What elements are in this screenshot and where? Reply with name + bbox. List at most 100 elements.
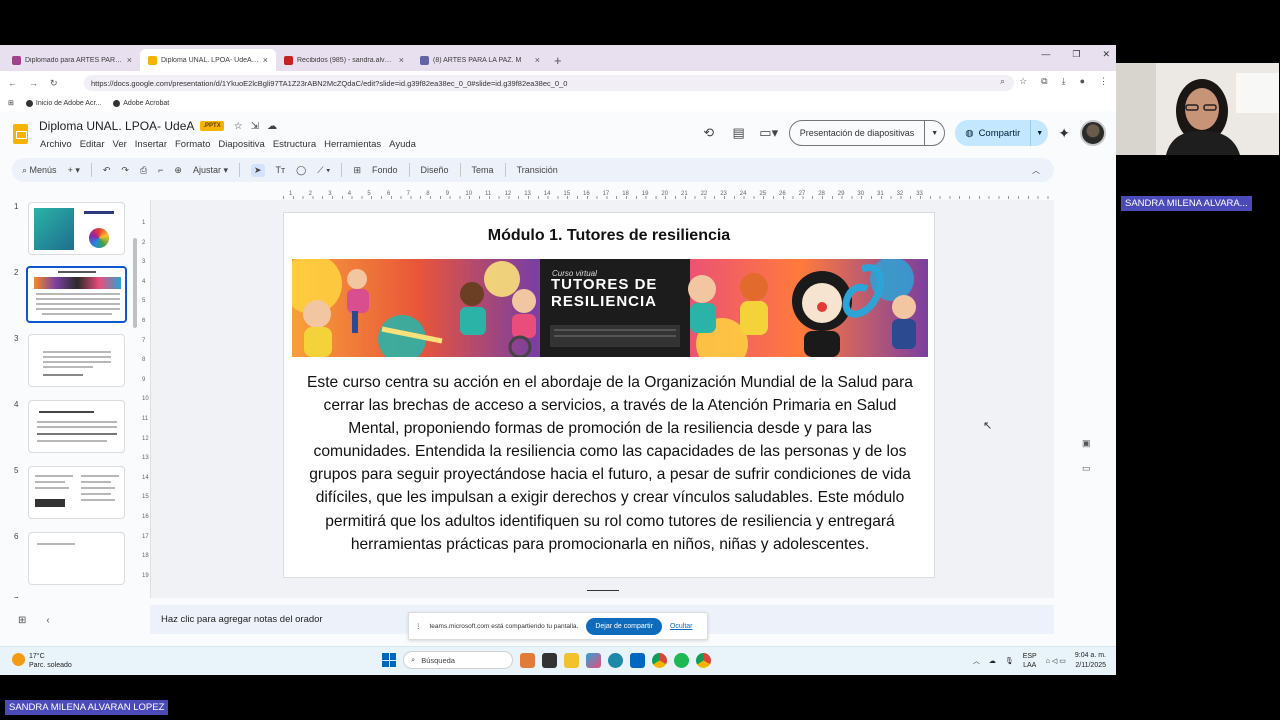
theme-button[interactable]: Tema	[472, 165, 494, 175]
task-view-icon[interactable]	[542, 652, 557, 668]
language-indicator[interactable]: ESP LAA	[1023, 652, 1037, 670]
new-tab-icon[interactable]: +	[554, 53, 562, 68]
browser-tab-slides[interactable]: Diploma UNAL. LPOA- UdeA.pptx ×	[140, 49, 276, 71]
slide-thumbnail[interactable]: 6	[0, 532, 140, 588]
collapse-filmstrip-icon[interactable]: ‹	[46, 615, 49, 626]
chrome-icon[interactable]	[652, 652, 667, 668]
slide-thumbnail-selected[interactable]: 2	[0, 266, 140, 324]
star-icon[interactable]: ☆	[234, 121, 243, 132]
comments-icon[interactable]: ▤	[729, 125, 749, 141]
microphone-icon[interactable]: 🎙	[1005, 657, 1014, 665]
paint-format-icon[interactable]: ⌐	[158, 165, 163, 175]
close-icon[interactable]: ×	[263, 55, 268, 65]
hide-link[interactable]: Ocultar	[670, 623, 693, 630]
network-volume-battery-icon[interactable]: ⌂ ◁ ▭	[1046, 657, 1066, 665]
transition-button[interactable]: Transición	[517, 165, 558, 175]
slide-thumbnail[interactable]: 4	[0, 400, 140, 456]
grid-view-icon[interactable]: ⊞	[18, 615, 26, 626]
menu-insertar[interactable]: Insertar	[135, 139, 167, 150]
browser-tab-gmail[interactable]: Recibidos (985) - sandra.alvaran ×	[276, 49, 412, 71]
google-slides-logo-icon[interactable]	[13, 124, 28, 144]
clock[interactable]: 9:04 a. m. 2/11/2025	[1075, 651, 1106, 671]
menu-formato[interactable]: Formato	[175, 139, 210, 150]
menu-kebab-icon[interactable]: ⋮	[1099, 76, 1108, 87]
background-button[interactable]: Fondo	[372, 165, 398, 175]
zoom-icon[interactable]: ⌕	[1000, 76, 1005, 87]
gemini-sparkle-icon[interactable]: ✦	[1058, 125, 1070, 142]
course-banner-image[interactable]: Curso virtual TUTORES DE RESILIENCIA	[292, 259, 928, 357]
avatar[interactable]	[1080, 120, 1106, 146]
add-comment-icon[interactable]: ⊞	[353, 165, 361, 176]
chevron-down-icon[interactable]: ▼	[1030, 120, 1048, 146]
document-title[interactable]: Diploma UNAL. LPOA- UdeA	[39, 119, 194, 133]
zoom-select[interactable]: Ajustar ▾	[193, 165, 228, 176]
address-bar[interactable]: https://docs.google.com/presentation/d/1…	[84, 75, 1014, 91]
keep-icon[interactable]: ▣	[1082, 438, 1091, 449]
menu-estructura[interactable]: Estructura	[273, 139, 316, 150]
apps-grid-icon[interactable]: ⊞	[8, 99, 14, 107]
browser-tab-teams[interactable]: (8) ARTES PARA LA PAZ. M ×	[412, 49, 548, 71]
cloud-status-icon[interactable]: ☁	[267, 121, 277, 132]
redo-icon[interactable]: ↷	[121, 165, 129, 176]
chevron-down-icon[interactable]: ▼	[924, 121, 944, 145]
filmstrip-scrollbar[interactable]	[133, 238, 137, 328]
slide-thumbnail[interactable]: 3	[0, 334, 140, 390]
slide-thumbnail[interactable]: 7	[0, 596, 140, 598]
close-icon[interactable]: ×	[399, 55, 404, 65]
layout-button[interactable]: Diseño	[421, 165, 449, 175]
menu-editar[interactable]: Editar	[80, 139, 105, 150]
chevron-up-icon[interactable]: ︿	[973, 656, 980, 666]
taskbar-search[interactable]: ⌕ Búsqueda	[403, 651, 513, 669]
download-icon[interactable]: ⤓	[1062, 76, 1066, 87]
new-slide-icon[interactable]: + ▾	[68, 165, 80, 176]
restore-icon[interactable]: ❐	[1072, 49, 1080, 60]
close-window-icon[interactable]: ✕	[1102, 49, 1110, 60]
forward-icon[interactable]: →	[29, 78, 38, 88]
reload-icon[interactable]: ↻	[50, 78, 58, 89]
undo-icon[interactable]: ↶	[103, 165, 111, 176]
history-icon[interactable]: ⟲	[699, 125, 719, 141]
weather-widget[interactable]: 17°C Parc. soleado	[12, 652, 72, 670]
text-box-icon[interactable]: Tт	[276, 165, 286, 175]
search-menus[interactable]: ⌕ Menús	[22, 165, 57, 176]
slide-thumbnail[interactable]: 1	[0, 202, 140, 258]
print-icon[interactable]: ⎙	[140, 165, 147, 176]
stop-sharing-button[interactable]: Dejar de compartir	[586, 617, 662, 635]
slide[interactable]: Módulo 1. Tutores de resiliencia Curso v…	[283, 212, 935, 578]
file-explorer-icon[interactable]	[564, 652, 579, 668]
extensions-icon[interactable]: ⧉	[1041, 76, 1047, 87]
meet-camera-icon[interactable]: ▭▾	[759, 125, 779, 141]
chevron-up-icon[interactable]: ︿	[1032, 165, 1040, 176]
bookmark-star-icon[interactable]: ☆	[1019, 76, 1027, 87]
menu-ver[interactable]: Ver	[113, 139, 127, 150]
menu-archivo[interactable]: Archivo	[40, 139, 72, 150]
store-icon[interactable]	[630, 652, 645, 668]
close-icon[interactable]: ×	[535, 55, 540, 65]
slide-body-text[interactable]: Este curso centra su acción en el aborda…	[298, 371, 922, 556]
spotify-icon[interactable]	[674, 652, 689, 668]
bookmark-adobe-acrobat[interactable]: Adobe Acrobat	[113, 99, 169, 107]
minimize-icon[interactable]: —	[1041, 49, 1050, 60]
browser-tab-diplomado[interactable]: Diplomado para ARTES PARA LA ×	[4, 49, 140, 71]
close-icon[interactable]: ×	[127, 55, 132, 65]
move-folder-icon[interactable]: ⇲	[251, 121, 259, 132]
cloud-icon[interactable]: ☁	[989, 657, 996, 665]
widget-app-icon[interactable]	[520, 652, 535, 668]
share-button[interactable]: ◍ Compartir	[955, 120, 1030, 146]
menu-herramientas[interactable]: Herramientas	[324, 139, 381, 150]
shape-icon[interactable]: ◯	[296, 165, 306, 176]
participant-video[interactable]	[1116, 63, 1279, 155]
windows-start-icon[interactable]	[382, 653, 396, 667]
menu-ayuda[interactable]: Ayuda	[389, 139, 416, 150]
line-icon[interactable]: ⟋ ▾	[317, 165, 330, 176]
menu-diapositiva[interactable]: Diapositiva	[218, 139, 264, 150]
profile-icon[interactable]: ●	[1080, 76, 1085, 87]
present-button[interactable]: Presentación de diapositivas	[790, 121, 925, 145]
edge-icon[interactable]	[608, 652, 623, 668]
bookmark-adobe-home[interactable]: Inicio de Adobe Acr...	[25, 99, 101, 107]
folder-icon[interactable]: ▭	[1082, 463, 1091, 474]
select-cursor-icon[interactable]: ➤	[251, 163, 265, 177]
copilot-icon[interactable]	[586, 652, 601, 668]
drag-handle-icon[interactable]: ⋮	[415, 622, 422, 630]
back-icon[interactable]: ←	[8, 78, 17, 88]
